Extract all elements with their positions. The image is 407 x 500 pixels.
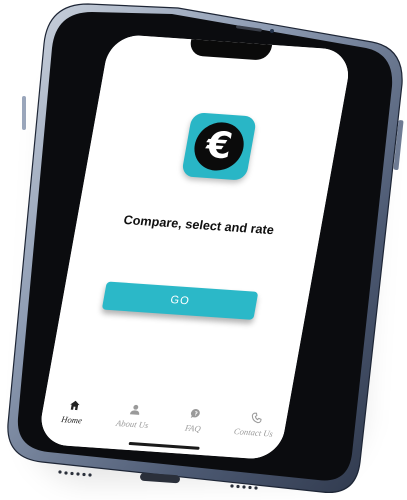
product-mockup: € Compare, select and rate GO Home About… — [0, 0, 407, 500]
earpiece — [236, 25, 274, 33]
